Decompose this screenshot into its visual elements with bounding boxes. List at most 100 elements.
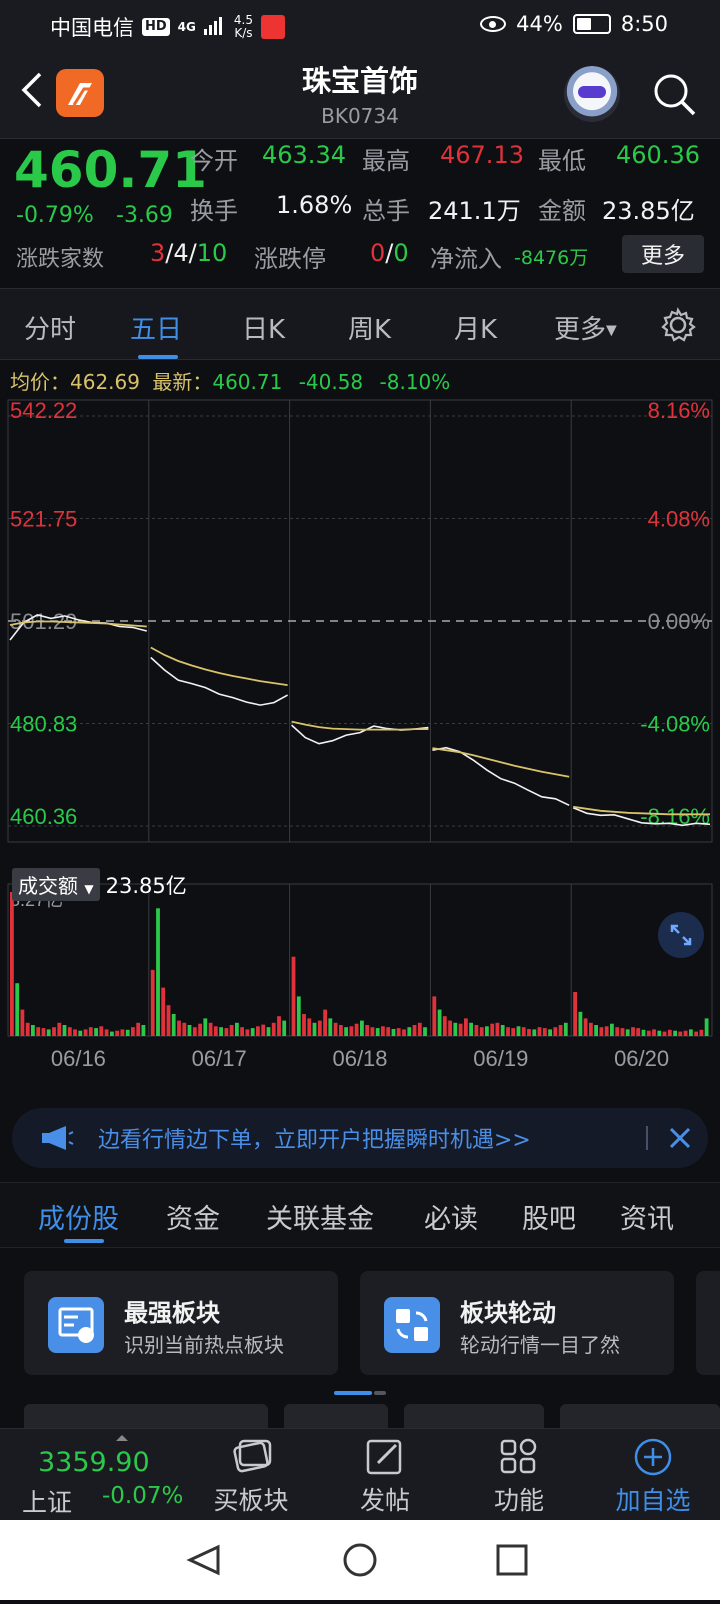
settings-button[interactable] [660, 307, 696, 343]
volume-bar [396, 1028, 401, 1036]
volume-bar [291, 956, 296, 1036]
tab-forum[interactable]: 股吧 [522, 1197, 576, 1236]
tab-capital[interactable]: 资金 [166, 1197, 220, 1236]
filter-chip[interactable] [284, 1404, 388, 1430]
volume-bar [657, 1030, 662, 1036]
volume-bar [302, 1014, 306, 1036]
volume-bar [437, 1009, 442, 1036]
volume-bar [266, 1027, 271, 1036]
filter-chip[interactable] [560, 1404, 720, 1430]
expand-chart-button[interactable] [658, 912, 704, 958]
net-inflow-value: -8476万 [514, 247, 589, 269]
nav-functions[interactable]: 功能 [464, 1437, 574, 1517]
volume-bar [328, 1018, 333, 1036]
x-axis-date-label: 06/20 [614, 1046, 669, 1071]
volume-bar [219, 1027, 223, 1036]
volume-bar [150, 969, 155, 1036]
average-price-line [291, 720, 429, 731]
card-partial[interactable] [696, 1271, 720, 1375]
volume-bar [704, 1018, 709, 1036]
volume-bar [417, 1022, 422, 1036]
volume-bar [402, 1029, 406, 1036]
volume-bar [20, 1009, 25, 1036]
price-line [432, 746, 570, 807]
volume-bar [370, 1027, 375, 1036]
volume-bar [115, 1030, 119, 1036]
volume-bar [625, 1029, 630, 1036]
volume-bar [354, 1023, 359, 1036]
app-header: 珠宝首饰 BK0734 [0, 52, 720, 138]
card-subtitle: 识别当前热点板块 [124, 1333, 284, 1357]
promo-text[interactable]: 边看行情边下单，立即开户把握瞬时机遇>> [98, 1122, 531, 1154]
filter-chip[interactable] [404, 1404, 544, 1430]
card-title: 板块轮动 [460, 1299, 556, 1327]
volume-bar [689, 1029, 693, 1036]
volume-bar [537, 1027, 542, 1036]
volume-bar [282, 1020, 287, 1036]
tab-related-funds[interactable]: 关联基金 [266, 1197, 374, 1236]
volume-bar [453, 1022, 458, 1036]
y-axis-label-right: -8.16% [640, 804, 710, 829]
volume-bar [277, 1016, 281, 1036]
volume-bar [245, 1029, 250, 1036]
volume-bar [673, 1030, 677, 1036]
volume-bar [490, 1023, 495, 1036]
x-axis-date-label: 06/18 [332, 1046, 387, 1071]
volume-bar [78, 1030, 83, 1036]
card-strongest-sector[interactable]: 最强板块 识别当前热点板块 [24, 1271, 338, 1375]
volume-bar [604, 1026, 609, 1036]
volume-bar [620, 1028, 625, 1036]
price-line [291, 724, 429, 745]
limit-up: 0 [370, 239, 386, 267]
volume-bar [532, 1029, 537, 1036]
volume-bar [94, 1028, 98, 1036]
system-nav-bar [0, 1520, 720, 1600]
tab-intraday[interactable]: 分时 [24, 309, 76, 346]
y-axis-label-left: 542.22 [10, 398, 77, 423]
nav-buy-sector[interactable]: 买板块 [196, 1437, 306, 1517]
tab-more[interactable]: 更多▼ [554, 309, 617, 346]
volume-header: 成交额 ▼ 23.85亿 [12, 868, 187, 901]
volume-bar [553, 1027, 558, 1036]
more-quote-button[interactable]: 更多 [622, 235, 704, 273]
volume-bar [36, 1027, 41, 1036]
breadth-values: 3/4/10 [150, 239, 228, 267]
promo-close-button[interactable] [664, 1122, 696, 1154]
volume-bar [31, 1025, 35, 1036]
low-label: 最低 [538, 147, 586, 175]
content-tab-indicator [64, 1239, 104, 1243]
content-tabs: 成份股 资金 关联基金 必读 股吧 资讯 [0, 1182, 720, 1248]
volume-chart-frame [7, 883, 713, 1037]
tab-weekly-k[interactable]: 周K [348, 309, 391, 346]
app-notification-icon [260, 15, 285, 39]
volume-bar [500, 1025, 505, 1036]
search-button[interactable] [650, 70, 700, 120]
tab-five-day[interactable]: 五日 [130, 309, 182, 346]
y-axis-label-right: 0.00% [648, 609, 710, 634]
period-tabs: 分时 五日 日K 周K 月K 更多▼ [0, 288, 720, 360]
tab-constituents[interactable]: 成份股 [38, 1197, 119, 1236]
feature-cards-area: 最强板块 识别当前热点板块 板块轮动 轮动行情一目了然 [0, 1249, 720, 1429]
filter-chip[interactable] [24, 1404, 268, 1430]
tab-must-read[interactable]: 必读 [424, 1197, 478, 1236]
nav-post[interactable]: 发帖 [330, 1437, 440, 1517]
robot-assistant-icon[interactable] [564, 66, 620, 122]
volume-bar [171, 1014, 176, 1036]
card-sector-rotation[interactable]: 板块轮动 轮动行情一目了然 [360, 1271, 674, 1375]
volume-type-selector[interactable]: 成交额 ▼ [12, 868, 100, 901]
turnover-rate-value: 1.68% [276, 191, 353, 219]
volume-bar [256, 1026, 260, 1036]
limit-values: 0/0 [370, 239, 409, 267]
tab-daily-k[interactable]: 日K [242, 309, 285, 346]
breadth-up: 3 [150, 239, 166, 267]
promo-banner[interactable]: 边看行情边下单，立即开户把握瞬时机遇>> [12, 1108, 708, 1168]
tab-news[interactable]: 资讯 [620, 1197, 674, 1236]
volume-bar [104, 1029, 109, 1036]
nav-add-watchlist[interactable]: 加自选 [598, 1437, 708, 1517]
volume-bar [203, 1018, 208, 1036]
five-day-chart[interactable]: 542.22521.75501.29480.83460.368.16%4.08%… [0, 396, 720, 1096]
volume-bar [636, 1028, 641, 1036]
tab-monthly-k[interactable]: 月K [454, 309, 497, 346]
volume-bar [432, 996, 437, 1036]
volume-bar [73, 1029, 77, 1036]
